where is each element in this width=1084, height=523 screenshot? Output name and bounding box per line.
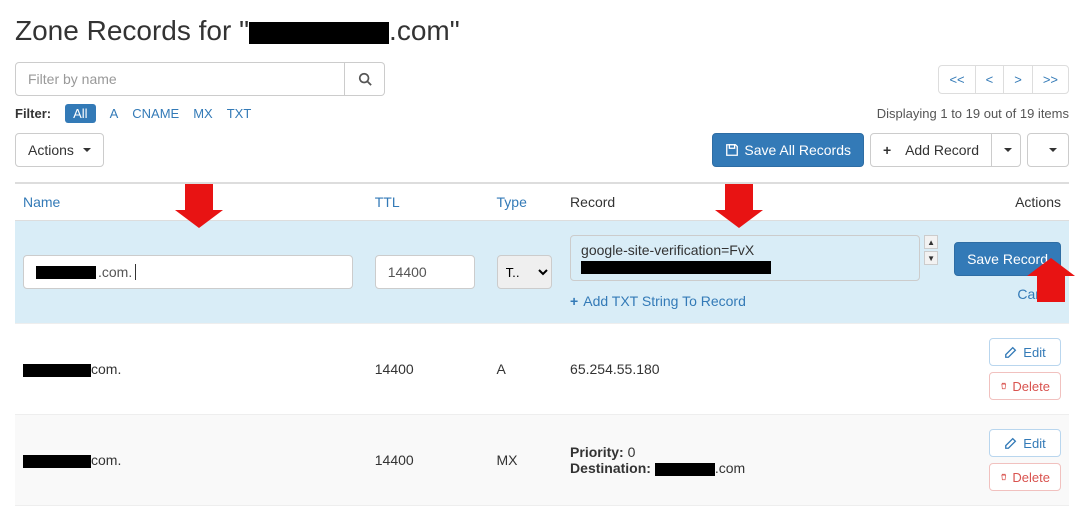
col-type[interactable]: Type: [489, 183, 563, 221]
page-next[interactable]: >: [1003, 65, 1033, 94]
caret-down-icon: [83, 148, 91, 152]
record-value-textarea[interactable]: google-site-verification=FvX: [570, 235, 920, 281]
record-name-input[interactable]: .com.: [23, 255, 353, 289]
plus-icon: +: [570, 293, 578, 309]
stepper-down[interactable]: ▼: [924, 251, 938, 265]
cell-ttl: 14400: [367, 415, 489, 506]
filter-cname[interactable]: CNAME: [132, 106, 179, 121]
stepper-up[interactable]: ▲: [924, 235, 938, 249]
edit-row: .com. T.. google-site-verification=FvX ▲: [15, 221, 1069, 324]
record-type-select[interactable]: T..: [497, 255, 552, 289]
cell-ttl: 14400: [367, 324, 489, 415]
save-icon: [725, 143, 739, 157]
edit-button[interactable]: Edit: [989, 338, 1061, 366]
search-button[interactable]: [345, 62, 385, 96]
add-record-dropdown[interactable]: [991, 133, 1021, 167]
table-row: com. 14400 A 65.254.55.180 Edit Delete: [15, 324, 1069, 415]
add-record-button[interactable]: + Add Record: [870, 133, 992, 167]
delete-button[interactable]: Delete: [989, 463, 1061, 491]
cell-record: Priority: 0 Destination: .com: [562, 415, 946, 506]
filter-tabs: Filter: All A CNAME MX TXT: [15, 104, 251, 123]
delete-button[interactable]: Delete: [989, 372, 1061, 400]
display-count: Displaying 1 to 19 out of 19 items: [877, 106, 1069, 121]
edit-button[interactable]: Edit: [989, 429, 1061, 457]
page-prev[interactable]: <: [975, 65, 1005, 94]
cell-record: 65.254.55.180: [562, 324, 946, 415]
col-name[interactable]: Name: [15, 183, 367, 221]
settings-dropdown[interactable]: [1027, 133, 1069, 167]
page-last[interactable]: >>: [1032, 65, 1069, 94]
page-title: Zone Records for ".com": [15, 15, 1069, 47]
filter-label: Filter:: [15, 106, 51, 121]
col-ttl[interactable]: TTL: [367, 183, 489, 221]
filter-mx[interactable]: MX: [193, 106, 213, 121]
page-first[interactable]: <<: [938, 65, 975, 94]
filter-name-input[interactable]: [15, 62, 345, 96]
cell-type: A: [489, 324, 563, 415]
cell-name: com.: [15, 324, 367, 415]
cell-type: MX: [489, 415, 563, 506]
actions-dropdown[interactable]: Actions: [15, 133, 104, 167]
cancel-link[interactable]: Cancel: [1017, 286, 1061, 302]
filter-search-group: [15, 62, 385, 96]
filter-a[interactable]: A: [110, 106, 119, 121]
caret-down-icon: [1049, 148, 1057, 152]
record-ttl-input[interactable]: [375, 255, 475, 289]
caret-down-icon: [1004, 148, 1012, 152]
search-icon: [358, 72, 372, 86]
trash-icon: [1000, 470, 1007, 484]
add-txt-string-link[interactable]: + Add TXT String To Record: [570, 293, 746, 309]
table-row: com. 14400 MX Priority: 0 Destination: .…: [15, 415, 1069, 506]
filter-txt[interactable]: TXT: [227, 106, 252, 121]
records-table: Name TTL Type Record Actions .com. T..: [15, 182, 1069, 506]
save-record-button[interactable]: Save Record: [954, 242, 1061, 276]
col-record: Record: [562, 183, 946, 221]
save-all-records-button[interactable]: Save All Records: [712, 133, 864, 167]
filter-all[interactable]: All: [65, 104, 95, 123]
cell-name: com.: [15, 415, 367, 506]
col-actions: Actions: [946, 183, 1069, 221]
pencil-icon: [1004, 345, 1018, 359]
pencil-icon: [1004, 436, 1018, 450]
trash-icon: [1000, 379, 1007, 393]
pagination: << < > >>: [939, 65, 1069, 94]
